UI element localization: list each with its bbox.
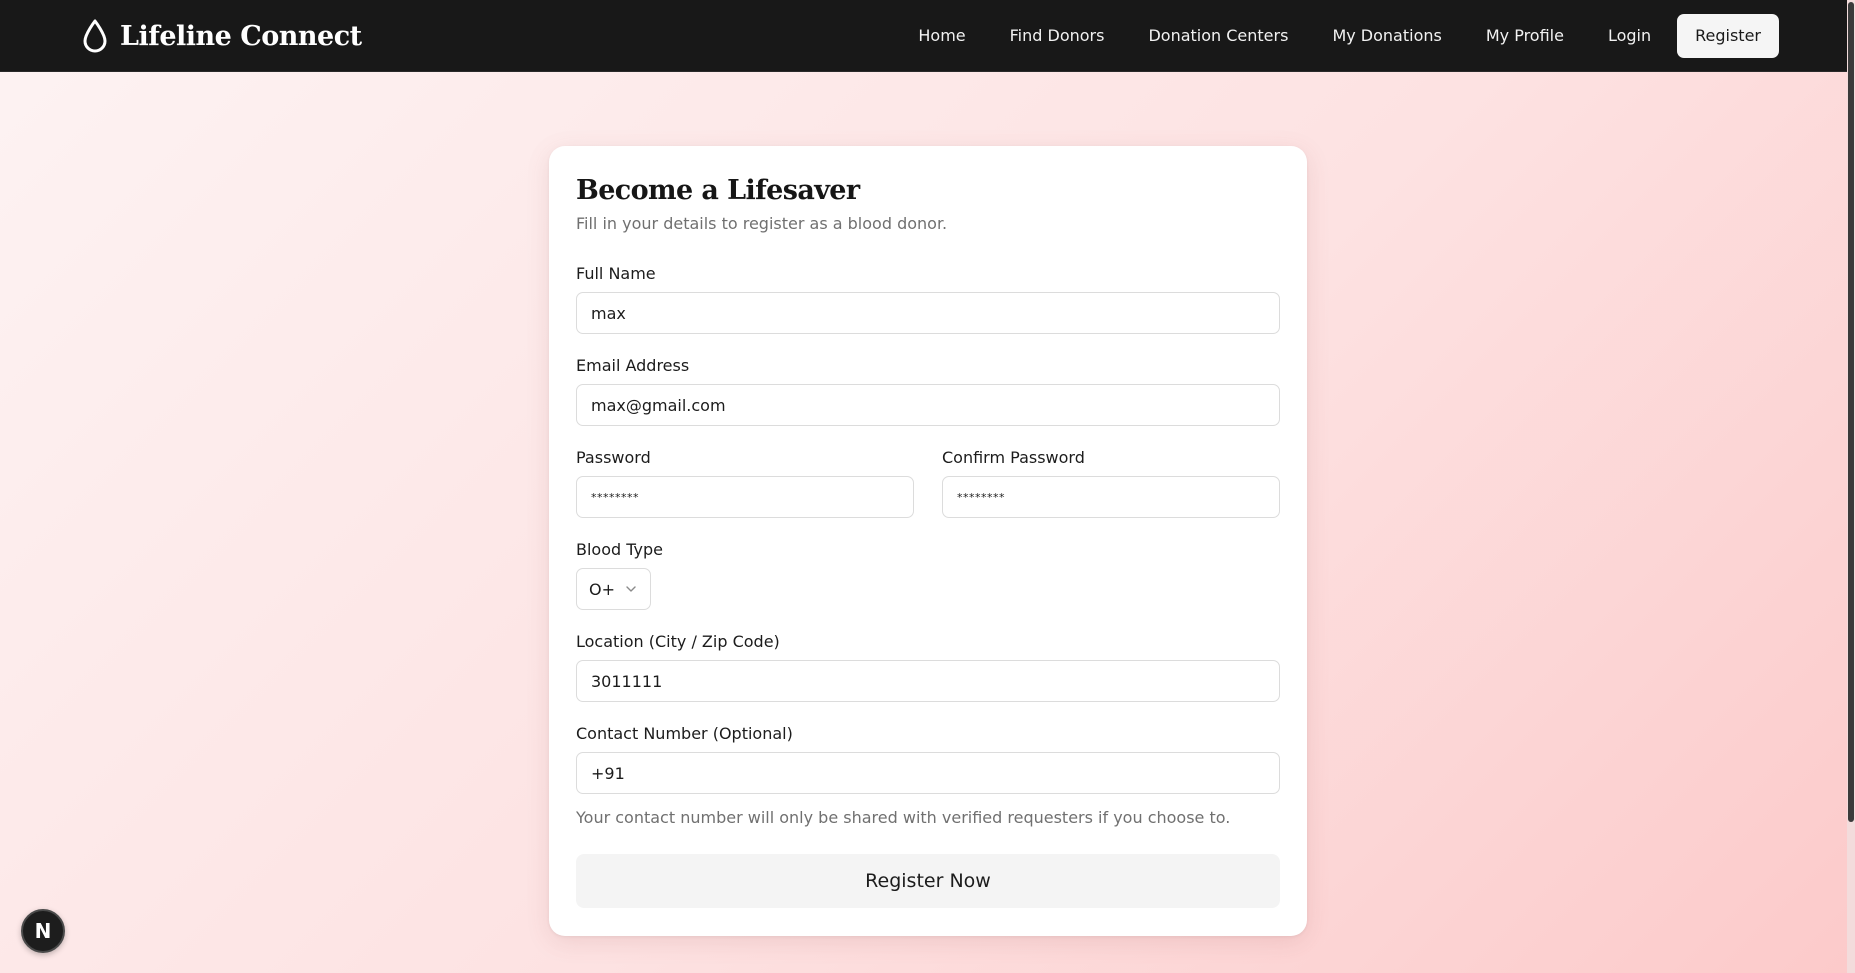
password-row: Password Confirm Password <box>576 448 1280 518</box>
form-subtitle: Fill in your details to register as a bl… <box>576 214 948 233</box>
email-input[interactable] <box>576 384 1280 426</box>
nextjs-dev-badge[interactable]: N <box>21 909 65 953</box>
blood-type-field: Blood Type O+ <box>576 540 1280 610</box>
full-name-field: Full Name <box>576 264 1280 334</box>
contact-label: Contact Number (Optional) <box>576 724 793 743</box>
location-input[interactable] <box>576 660 1280 702</box>
confirm-password-label: Confirm Password <box>942 448 1085 467</box>
blood-type-value: O+ <box>589 579 615 599</box>
email-field: Email Address <box>576 356 1280 426</box>
chevron-down-icon <box>626 586 636 592</box>
nav-my-donations-link[interactable]: My Donations <box>1310 14 1463 58</box>
brand-name: Lifeline Connect <box>120 20 362 52</box>
location-label: Location (City / Zip Code) <box>576 632 780 651</box>
confirm-password-input[interactable] <box>942 476 1280 518</box>
contact-hint: Your contact number will only be shared … <box>576 808 1231 827</box>
full-name-input[interactable] <box>576 292 1280 334</box>
blood-drop-icon <box>83 19 107 53</box>
contact-field: Contact Number (Optional) <box>576 724 1280 794</box>
nav-register-button[interactable]: Register <box>1677 14 1779 58</box>
contact-input[interactable] <box>576 752 1280 794</box>
blood-type-select[interactable]: O+ <box>576 568 651 610</box>
main-nav: Home Find Donors Donation Centers My Don… <box>896 14 1779 58</box>
register-now-button[interactable]: Register Now <box>576 854 1280 908</box>
confirm-password-field: Confirm Password <box>942 448 1280 518</box>
password-field: Password <box>576 448 914 518</box>
password-input[interactable] <box>576 476 914 518</box>
form-title: Become a Lifesaver <box>576 175 860 206</box>
registration-card: Become a Lifesaver Fill in your details … <box>549 146 1307 936</box>
email-label: Email Address <box>576 356 690 375</box>
nav-home-link[interactable]: Home <box>896 14 987 58</box>
nav-donation-centers-link[interactable]: Donation Centers <box>1126 14 1310 58</box>
nav-find-donors-link[interactable]: Find Donors <box>988 14 1127 58</box>
blood-type-label: Blood Type <box>576 540 663 559</box>
top-navbar: Lifeline Connect Home Find Donors Donati… <box>0 0 1855 72</box>
location-field: Location (City / Zip Code) <box>576 632 1280 702</box>
nav-my-profile-link[interactable]: My Profile <box>1464 14 1586 58</box>
nav-login-link[interactable]: Login <box>1586 14 1673 58</box>
page-scrollbar[interactable] <box>1847 0 1855 973</box>
password-label: Password <box>576 448 651 467</box>
brand-logo[interactable]: Lifeline Connect <box>80 16 362 56</box>
scrollbar-thumb[interactable] <box>1848 2 1854 822</box>
full-name-label: Full Name <box>576 264 656 283</box>
